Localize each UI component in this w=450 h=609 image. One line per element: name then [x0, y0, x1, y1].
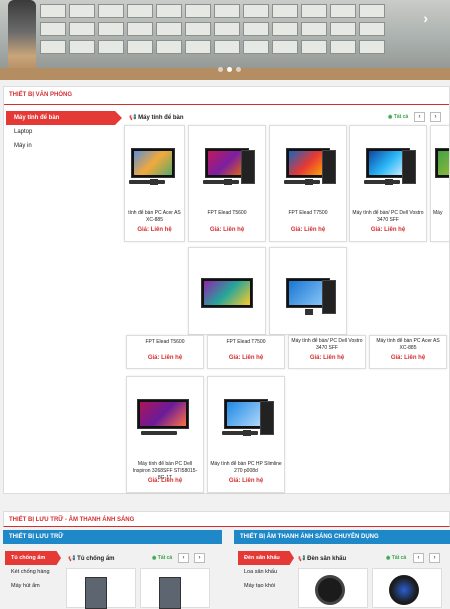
section-title: THIẾT BỊ LƯU TRỮ - ÂM THANH ÁNH SÁNG — [9, 517, 135, 523]
megaphone-icon: 📢 — [129, 115, 137, 121]
product-image — [195, 270, 259, 320]
product-card[interactable]: Máy tính để bàn PC HP Slimline 270 p008d… — [207, 376, 285, 493]
product-image — [127, 140, 191, 190]
eye-icon: ◉ — [386, 555, 391, 561]
product-card[interactable]: FPT Elead T7500 Giá: Liên hệ — [269, 125, 347, 242]
product-card[interactable] — [66, 568, 136, 609]
product-card[interactable] — [372, 568, 442, 608]
section-title: THIẾT BỊ VĂN PHÒNG — [9, 92, 73, 98]
product-price: Giá: Liên hệ — [370, 227, 406, 233]
megaphone-icon: 📢 — [298, 556, 306, 562]
sidebar-item-stage-light[interactable]: Đèn sân khấu — [238, 551, 294, 565]
product-image — [214, 391, 278, 441]
next-button[interactable]: › — [194, 553, 205, 563]
product-price: Giá: Liên hệ — [209, 227, 245, 233]
storage-sidebar: Tủ chống ẩm Két chống hàng Máy hút ẩm — [5, 551, 61, 593]
product-image — [315, 575, 345, 605]
product-image — [195, 140, 259, 190]
view-all-link[interactable]: ◉ Tất cả — [152, 555, 172, 561]
product-price: Giá: Liên hệ — [309, 355, 345, 361]
products-title: 📢 Máy tính để bàn — [129, 114, 184, 121]
product-card[interactable]: Máy — [430, 125, 450, 242]
sidebar-item-fog-machine[interactable]: Máy tạo khói — [238, 579, 294, 593]
product-price: Giá: Liên hệ — [228, 478, 264, 484]
banner-lockers — [40, 4, 385, 18]
product-image — [389, 575, 419, 605]
category-sidebar: Máy tính để bàn Laptop Máy in — [6, 111, 122, 153]
eye-icon: ◉ — [388, 114, 393, 120]
product-price: Giá: Liên hệ — [137, 227, 172, 233]
av-sidebar: Đèn sân khấu Loa sân khấu Máy tạo khói — [238, 551, 294, 593]
slider-dots — [218, 67, 241, 72]
sidebar-item-stage-speaker[interactable]: Loa sân khấu — [238, 565, 294, 579]
view-all-link[interactable]: ◉ Tất cả — [386, 555, 406, 561]
section-header: THIẾT BỊ VĂN PHÒNG — [4, 87, 449, 105]
product-image — [133, 391, 197, 441]
product-price: Giá: Liên hệ — [147, 355, 183, 361]
prev-button[interactable]: ‹ — [414, 112, 425, 122]
product-image — [159, 577, 181, 609]
product-image — [276, 140, 340, 190]
product-price: Giá: Liên hệ — [228, 355, 264, 361]
slider-dot-active[interactable] — [227, 67, 232, 72]
product-name[interactable]: Máy tính để bàn/ PC Dell Vostro 3470 SFF — [352, 210, 424, 224]
product-card[interactable]: tính để bàn PC Acer AS XC-885 Giá: Liên … — [124, 125, 185, 242]
av-products-header: 📢 Đèn sân khấu ◉ Tất cả ‹ › — [298, 552, 448, 564]
product-card[interactable]: Máy tính để bàn PC Acer AS XC-885 Giá: L… — [369, 335, 447, 369]
product-card[interactable]: Máy tính để bàn/ PC Dell Vostro 3470 SFF… — [288, 335, 366, 369]
product-card[interactable]: FPT Elead T7500 Giá: Liên hệ — [207, 335, 285, 369]
product-name[interactable]: Máy tính để bàn PC HP Slimline 270 p008d — [210, 461, 282, 475]
products-header: 📢 Máy tính để bàn ◉ Tất cả ‹ › — [126, 111, 446, 123]
product-card-image[interactable] — [188, 247, 266, 335]
product-card[interactable]: Máy tính để bàn/ PC Dell Vostro 3470 SFF… — [349, 125, 427, 242]
products-title-text: Máy tính để bàn — [138, 115, 184, 121]
prev-button[interactable]: ‹ — [178, 553, 189, 563]
product-card[interactable]: FPT Elead T5600 Giá: Liên hệ — [188, 125, 266, 242]
product-image — [85, 577, 107, 609]
chevron-right-icon[interactable]: › — [423, 10, 428, 26]
product-name[interactable]: Máy tính để bàn/ PC Dell Vostro 3470 SFF — [291, 338, 363, 352]
storage-products-header: 📢 Tủ chống ẩm ◉ Tất cả ‹ › — [68, 552, 218, 564]
product-image — [276, 270, 340, 320]
product-price: Giá: Liên hệ — [390, 355, 426, 361]
view-all-label: Tất cả — [393, 114, 409, 120]
slider-dot[interactable] — [218, 67, 223, 72]
product-card[interactable] — [140, 568, 210, 609]
product-name[interactable]: FPT Elead T5600 — [191, 210, 263, 217]
product-name[interactable]: FPT Elead T7500 — [210, 339, 282, 346]
prev-button[interactable]: ‹ — [413, 553, 424, 563]
storage-av-section-header: THIẾT BỊ LƯU TRỮ - ÂM THANH ÁNH SÁNG — [3, 511, 450, 527]
slider-dot[interactable] — [236, 67, 241, 72]
product-price: Giá: Liên hệ — [147, 478, 183, 484]
storage-bar: THIẾT BỊ LƯU TRỮ — [3, 530, 222, 544]
next-button[interactable]: › — [430, 112, 441, 122]
product-name[interactable]: Máy tính để bàn PC Acer AS XC-885 — [372, 338, 444, 352]
sidebar-item-desktop[interactable]: Máy tính để bàn — [6, 111, 122, 125]
product-card-image[interactable] — [269, 247, 347, 335]
hero-banner[interactable]: › — [0, 0, 450, 80]
sidebar-item-dry-cabinet[interactable]: Tủ chống ẩm — [5, 551, 61, 565]
product-card[interactable] — [298, 568, 368, 608]
product-price: Giá: Liên hệ — [290, 227, 326, 233]
megaphone-icon: 📢 — [68, 556, 76, 562]
view-all-link[interactable]: ◉ Tất cả — [388, 114, 408, 120]
product-card[interactable]: Máy tính để bàn PC Dell Inspiron 3268SFF… — [126, 376, 204, 493]
product-name[interactable]: tính để bàn PC Acer AS XC-885 — [127, 210, 182, 224]
av-bar: THIẾT BỊ ÂM THANH ÁNH SÁNG CHUYÊN DỤNG — [234, 530, 450, 544]
sidebar-item-dehumidifier[interactable]: Máy hút ẩm — [5, 579, 61, 593]
eye-icon: ◉ — [152, 555, 157, 561]
office-equipment-section: THIẾT BỊ VĂN PHÒNG Máy tính để bàn Lapto… — [3, 86, 450, 494]
sidebar-item-safe[interactable]: Két chống hàng — [5, 565, 61, 579]
next-button[interactable]: › — [429, 553, 440, 563]
storage-products-title: 📢 Tủ chống ẩm — [68, 556, 115, 562]
product-card[interactable]: FPT Elead T5600 Giá: Liên hệ — [126, 335, 204, 369]
product-name[interactable]: Máy — [433, 210, 447, 217]
sidebar-item-laptop[interactable]: Laptop — [6, 125, 118, 139]
sidebar-item-printer[interactable]: Máy in — [6, 139, 118, 153]
product-name[interactable]: FPT Elead T7500 — [272, 210, 344, 217]
product-name[interactable]: FPT Elead T5600 — [129, 339, 201, 346]
product-image — [433, 140, 449, 190]
product-image — [356, 140, 420, 190]
av-products-title: 📢 Đèn sân khấu — [298, 556, 347, 562]
